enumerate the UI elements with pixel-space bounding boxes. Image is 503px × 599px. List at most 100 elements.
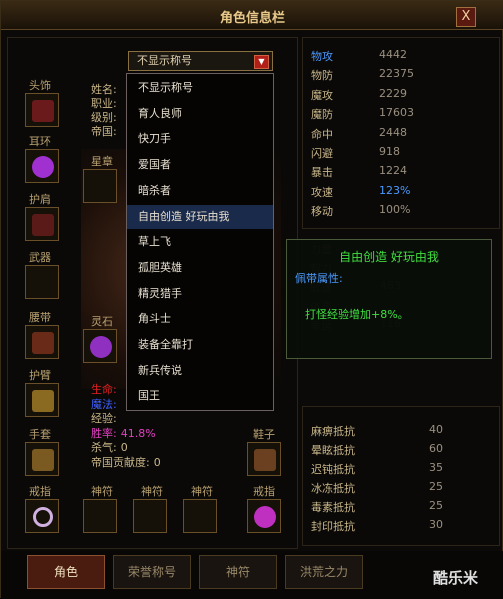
slot-label-shoulder: 护肩 xyxy=(29,193,51,206)
window-title: 角色信息栏 xyxy=(219,11,285,26)
resist-value: 35 xyxy=(429,461,443,474)
title-option[interactable]: 草上飞 xyxy=(127,230,273,254)
stat-row: 命中 2448 xyxy=(311,126,407,142)
stat-value: 918 xyxy=(379,145,400,158)
slot-label-star: 星章 xyxy=(91,155,113,168)
resist-value: 30 xyxy=(429,518,443,531)
tooltip-title: 自由创造 好玩由我 xyxy=(339,250,439,264)
vital-label: 经验: xyxy=(91,412,117,425)
belt-slot[interactable] xyxy=(25,325,59,359)
title-option[interactable]: 不显示称号 xyxy=(127,76,273,100)
vital-label: 生命: xyxy=(91,383,117,396)
title-option[interactable]: 育人良师 xyxy=(127,102,273,126)
slot-label-head: 头饰 xyxy=(29,79,51,92)
vital-label: 帝国贡献度: xyxy=(91,455,150,469)
ring-right-slot[interactable] xyxy=(247,499,281,533)
tab[interactable]: 荣誉称号 xyxy=(113,555,191,589)
title-tooltip: 自由创造 好玩由我 佩带属性: 打怪经验增加+8%。 xyxy=(286,239,492,359)
talisman-slot-2[interactable] xyxy=(133,499,167,533)
slot-label-talisman-2: 神符 xyxy=(141,485,163,498)
boots-icon xyxy=(254,449,276,471)
tooltip-effect: 打怪经验增加+8%。 xyxy=(305,308,409,321)
talisman-slot-1[interactable] xyxy=(83,499,117,533)
title-bar[interactable]: 角色信息栏 X xyxy=(1,1,503,30)
glove-slot[interactable] xyxy=(25,442,59,476)
slot-label-ring-left: 戒指 xyxy=(29,485,51,498)
title-select-value: 不显示称号 xyxy=(137,54,192,67)
head-slot[interactable] xyxy=(25,93,59,127)
stat-name: 魔攻 xyxy=(311,88,333,102)
resist-row: 麻痹抵抗 40 xyxy=(311,423,443,439)
earring-icon xyxy=(32,156,54,178)
resist-value: 40 xyxy=(429,423,443,436)
stat-name: 物攻 xyxy=(311,50,333,63)
resist-value: 25 xyxy=(429,499,443,512)
stat-name: 攻速 xyxy=(311,185,333,199)
glove-icon xyxy=(32,449,54,471)
tab[interactable]: 洪荒之力 xyxy=(285,555,363,589)
title-option[interactable]: 自由创造 好玩由我 xyxy=(127,204,273,229)
stat-name: 暴击 xyxy=(311,166,333,180)
shoulder-icon xyxy=(32,214,54,236)
stat-value: 100% xyxy=(379,203,411,217)
bracer-slot[interactable] xyxy=(25,383,59,417)
ring-icon xyxy=(254,506,276,528)
slot-label-spirit: 灵石 xyxy=(91,315,113,328)
stat-value: 4442 xyxy=(379,48,407,61)
shoes-slot[interactable] xyxy=(247,442,281,476)
slot-label-talisman-3: 神符 xyxy=(191,485,213,498)
resist-row: 封印抵抗 30 xyxy=(311,518,443,534)
stat-row: 物攻 4442 xyxy=(311,48,407,64)
ring-icon xyxy=(33,507,53,527)
stat-name: 物防 xyxy=(311,69,333,83)
tab[interactable]: 神符 xyxy=(199,555,277,589)
ring-left-slot[interactable] xyxy=(25,499,59,533)
star-slot[interactable] xyxy=(83,169,117,203)
shoulder-slot[interactable] xyxy=(25,207,59,241)
resist-name: 晕眩抵抗 xyxy=(311,444,355,457)
earring-slot[interactable] xyxy=(25,149,59,183)
vital-value: 41.8% xyxy=(120,426,156,440)
slot-label-bracer: 护臂 xyxy=(29,369,51,382)
resist-value: 25 xyxy=(429,480,443,493)
title-option[interactable]: 暗杀者 xyxy=(127,179,273,203)
brand-watermark: 酷乐米 xyxy=(433,569,479,587)
title-option[interactable]: 新兵传说 xyxy=(127,359,273,383)
title-option[interactable]: 角斗士 xyxy=(127,307,273,331)
empire-label: 帝国: xyxy=(91,125,117,138)
character-info-window: 角色信息栏 X 头饰 耳环 护肩 武器 腰带 护臂 手套 戒指 星章 灵石 鞋子… xyxy=(0,0,503,599)
weapon-slot[interactable] xyxy=(25,265,59,299)
title-option[interactable]: 装备全靠打 xyxy=(127,333,273,357)
close-button[interactable]: X xyxy=(456,7,476,27)
spirit-stone-icon xyxy=(90,336,112,358)
stat-row: 攻速 123% xyxy=(311,184,410,200)
bracer-icon xyxy=(32,390,54,412)
stat-name: 闪避 xyxy=(311,147,333,160)
title-dropdown-list: 不显示称号 育人良师 快刀手 爱国者 暗杀者 自由创造 好玩由我 草上飞 孤胆英雄 精灵猎手 角斗… xyxy=(126,73,274,411)
resist-panel: 麻痹抵抗 40 晕眩抵抗 60 迟钝抵抗 35 冰冻抵抗 25 毒素抵抗 25 封印抵抗 30 xyxy=(302,406,500,546)
resist-name: 迟钝抵抗 xyxy=(311,463,355,476)
title-option[interactable]: 快刀手 xyxy=(127,127,273,151)
stat-value: 2448 xyxy=(379,125,407,139)
slot-label-earring: 耳环 xyxy=(29,135,51,148)
title-select[interactable]: 不显示称号 ▼ xyxy=(128,51,273,71)
stat-value: 2229 xyxy=(379,86,407,100)
slot-label-glove: 手套 xyxy=(29,428,51,441)
spirit-slot[interactable] xyxy=(83,329,117,363)
tab[interactable]: 角色 xyxy=(27,555,105,589)
chevron-down-icon[interactable]: ▼ xyxy=(254,55,269,69)
slot-label-belt: 腰带 xyxy=(29,311,51,324)
resist-name: 冰冻抵抗 xyxy=(311,482,355,495)
title-option[interactable]: 国王 xyxy=(127,384,273,408)
talisman-slot-3[interactable] xyxy=(183,499,217,533)
title-option[interactable]: 爱国者 xyxy=(127,153,273,177)
vital-label: 胜率: xyxy=(91,426,117,440)
resist-row: 迟钝抵抗 35 xyxy=(311,461,443,477)
stat-value: 123% xyxy=(379,183,411,197)
title-option[interactable]: 精灵猎手 xyxy=(127,282,273,306)
resist-row: 晕眩抵抗 60 xyxy=(311,442,443,458)
resist-row: 毒素抵抗 25 xyxy=(311,499,443,515)
stat-value: 22375 xyxy=(379,67,414,81)
helmet-icon xyxy=(32,100,54,122)
title-option[interactable]: 孤胆英雄 xyxy=(127,256,273,280)
